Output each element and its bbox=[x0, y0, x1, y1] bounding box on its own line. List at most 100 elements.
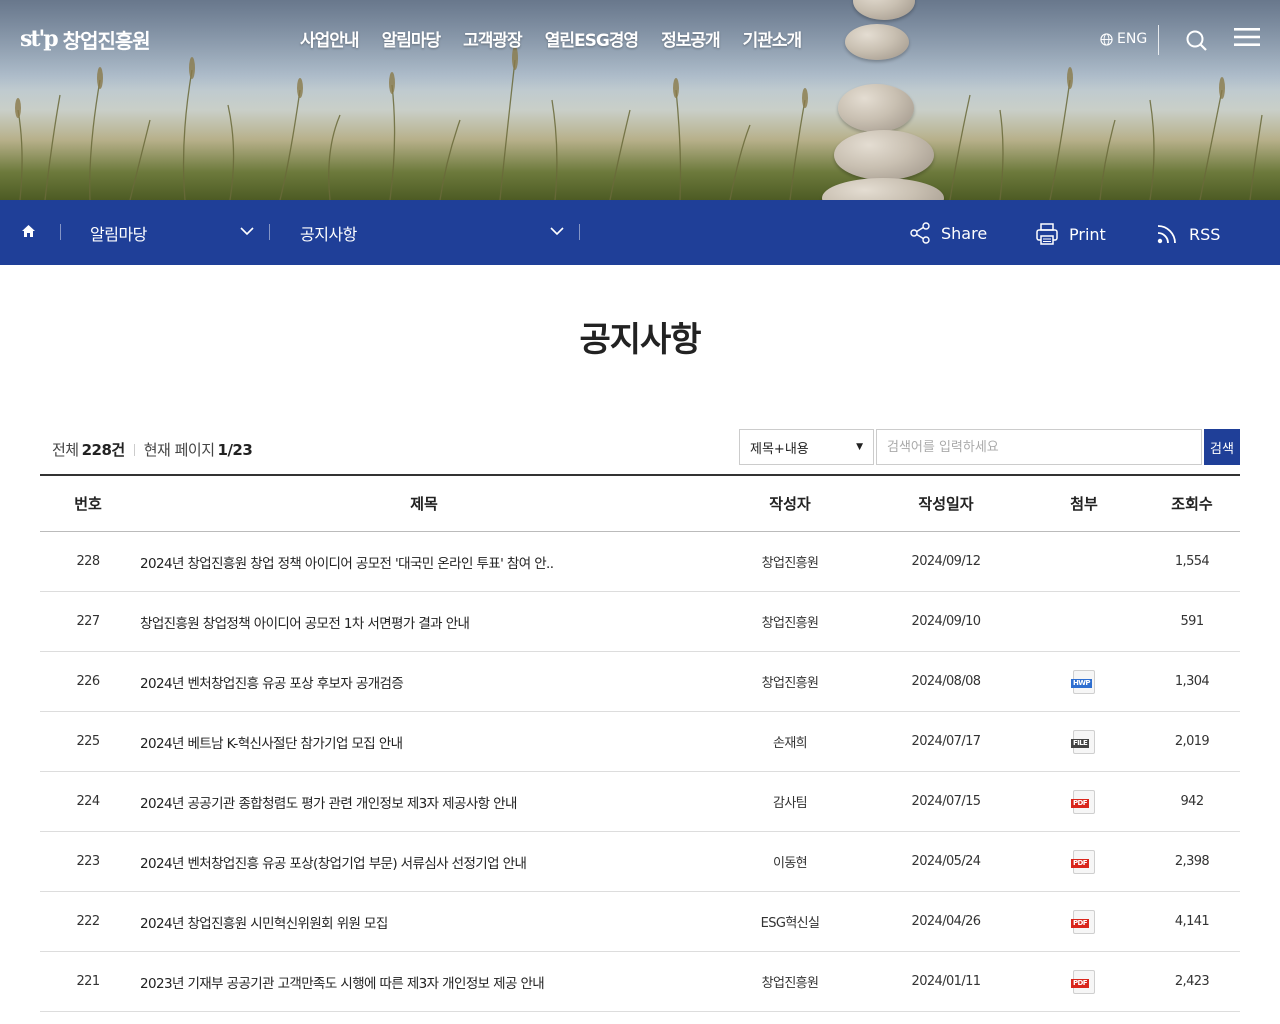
row-views: 1,554 bbox=[1174, 554, 1210, 569]
gnb-item-customer[interactable]: 고객광장 bbox=[463, 26, 523, 51]
print-button[interactable]: Print bbox=[1035, 222, 1106, 246]
file-file-icon[interactable]: FILE bbox=[1071, 729, 1097, 754]
row-views: 942 bbox=[1180, 794, 1204, 809]
col-header-writer: 작성자 bbox=[769, 495, 811, 513]
row-date: 2024/01/11 bbox=[911, 974, 982, 989]
search-keyword-input[interactable] bbox=[876, 429, 1202, 465]
row-attachment: PDF bbox=[1024, 849, 1144, 874]
file-type-tag: FILE bbox=[1071, 738, 1090, 748]
row-views: 2,423 bbox=[1174, 974, 1210, 989]
chevron-down-icon[interactable] bbox=[550, 227, 564, 236]
table-body: 228 2024년 창업진흥원 창업 정책 아이디어 공모전 '대국민 온라인 투… bbox=[40, 532, 1240, 1012]
table-row: 221 2023년 기재부 공공기관 고객만족도 시행에 따른 제3자 개인정보 … bbox=[40, 952, 1240, 1012]
row-number: 227 bbox=[76, 614, 100, 629]
row-title-link[interactable]: 2024년 베트남 K-혁신사절단 참가기업 모집 안내 bbox=[136, 732, 712, 752]
row-views: 2,019 bbox=[1174, 734, 1210, 749]
share-icon bbox=[910, 222, 930, 244]
row-title-link[interactable]: 2024년 창업진흥원 시민혁신위원회 위원 모집 bbox=[136, 912, 712, 932]
gnb-item-business[interactable]: 사업안내 bbox=[300, 26, 360, 51]
search-scope-select[interactable]: 제목+내용 ▼ bbox=[739, 429, 874, 465]
pdf-file-icon[interactable]: PDF bbox=[1071, 849, 1097, 874]
col-header-file: 첨부 bbox=[1070, 495, 1098, 513]
row-attachment: PDF bbox=[1024, 969, 1144, 994]
row-date: 2024/07/17 bbox=[911, 734, 982, 749]
board-meta: 전체 228건 현재 페이지 1/23 bbox=[52, 439, 253, 460]
stone bbox=[834, 130, 934, 180]
pdf-file-icon[interactable]: PDF bbox=[1071, 789, 1097, 814]
stone bbox=[838, 84, 914, 132]
row-date: 2024/05/24 bbox=[911, 854, 982, 869]
current-page-label: 현재 페이지 bbox=[143, 441, 215, 459]
table-row: 228 2024년 창업진흥원 창업 정책 아이디어 공모전 '대국민 온라인 투… bbox=[40, 532, 1240, 592]
row-number: 228 bbox=[76, 554, 100, 569]
search-form: 제목+내용 ▼ 검색 bbox=[739, 429, 1240, 465]
row-date: 2024/08/08 bbox=[911, 674, 982, 689]
row-attachment: HWP bbox=[1024, 669, 1144, 694]
row-number: 225 bbox=[76, 734, 100, 749]
row-title-link[interactable]: 창업진흥원 창업정책 아이디어 공모전 1차 서면평가 결과 안내 bbox=[136, 612, 712, 632]
row-writer: 이동현 bbox=[772, 856, 808, 871]
row-attachment: PDF bbox=[1024, 909, 1144, 934]
caret-down-icon: ▼ bbox=[856, 442, 863, 452]
row-attachment: PDF bbox=[1024, 789, 1144, 814]
row-number: 223 bbox=[76, 854, 100, 869]
search-icon[interactable] bbox=[1186, 30, 1208, 52]
row-title-link[interactable]: 2024년 공공기관 종합청렴도 평가 관련 개인정보 제3자 제공사항 안내 bbox=[136, 792, 712, 812]
gnb-item-about[interactable]: 기관소개 bbox=[743, 26, 803, 51]
col-header-views: 조회수 bbox=[1171, 495, 1213, 513]
col-header-date: 작성일자 bbox=[918, 495, 974, 513]
logo-mark: ѕt'p bbox=[20, 26, 59, 52]
print-label: Print bbox=[1069, 224, 1106, 244]
logo-text: 창업진흥원 bbox=[62, 28, 151, 53]
col-header-no: 번호 bbox=[74, 495, 102, 513]
rss-button[interactable]: RSS bbox=[1155, 222, 1220, 246]
gnb-item-disclosure[interactable]: 정보공개 bbox=[661, 26, 721, 51]
row-title-link[interactable]: 2024년 벤처창업진흥 유공 포상 후보자 공개검증 bbox=[136, 672, 712, 692]
language-switch[interactable]: ENG bbox=[1100, 31, 1147, 47]
total-count: 228건 bbox=[81, 441, 126, 459]
hamburger-menu-icon[interactable] bbox=[1234, 27, 1260, 47]
header-divider bbox=[1158, 25, 1159, 55]
search-button[interactable]: 검색 bbox=[1204, 429, 1240, 465]
hwp-file-icon[interactable]: HWP bbox=[1071, 669, 1097, 694]
rss-icon bbox=[1157, 225, 1176, 244]
row-writer: 창업진흥원 bbox=[761, 616, 819, 631]
row-writer: 손재희 bbox=[772, 736, 808, 751]
pdf-file-icon[interactable]: PDF bbox=[1071, 969, 1097, 994]
row-writer: 창업진흥원 bbox=[761, 676, 819, 691]
row-title-link[interactable]: 2024년 창업진흥원 창업 정책 아이디어 공모전 '대국민 온라인 투표' … bbox=[136, 552, 712, 572]
row-date: 2024/09/12 bbox=[911, 554, 982, 569]
share-button[interactable]: Share bbox=[909, 222, 987, 244]
row-number: 222 bbox=[76, 914, 100, 929]
row-number: 224 bbox=[76, 794, 100, 809]
pdf-file-icon[interactable]: PDF bbox=[1071, 909, 1097, 934]
row-date: 2024/04/26 bbox=[911, 914, 982, 929]
separator bbox=[579, 224, 580, 240]
chevron-down-icon[interactable] bbox=[240, 227, 254, 236]
table-row: 222 2024년 창업진흥원 시민혁신위원회 위원 모집 ESG혁신실 2024/0… bbox=[40, 892, 1240, 952]
table-row: 224 2024년 공공기관 종합청렴도 평가 관련 개인정보 제3자 제공사항 … bbox=[40, 772, 1240, 832]
table-row: 226 2024년 벤처창업진흥 유공 포상 후보자 공개검증 창업진흥원 2024/… bbox=[40, 652, 1240, 712]
share-label: Share bbox=[941, 223, 988, 243]
language-label: ENG bbox=[1117, 31, 1148, 47]
file-type-tag: HWP bbox=[1071, 678, 1092, 688]
global-nav: 사업안내 알림마당 고객광장 열린ESG경영 정보공개 기관소개 bbox=[300, 26, 824, 51]
hero-banner: ѕt'p 창업진흥원 사업안내 알림마당 고객광장 열린ESG경영 정보공개 기… bbox=[0, 0, 1280, 200]
page-title: 공지사항 bbox=[579, 320, 701, 360]
gnb-item-esg[interactable]: 열린ESG경영 bbox=[545, 26, 639, 51]
home-icon[interactable] bbox=[21, 224, 36, 238]
meta-divider bbox=[133, 443, 135, 456]
globe-icon bbox=[1100, 32, 1113, 46]
top-header: ѕt'p 창업진흥원 사업안내 알림마당 고객광장 열린ESG경영 정보공개 기… bbox=[0, 0, 1280, 80]
depth1-select[interactable]: 알림마당 bbox=[90, 221, 147, 245]
row-title-link[interactable]: 2024년 벤처창업진흥 유공 포상(창업기업 부문) 서류심사 선정기업 안내 bbox=[136, 852, 712, 872]
row-title-link[interactable]: 2023년 기재부 공공기관 고객만족도 시행에 따른 제3자 개인정보 제공 … bbox=[136, 972, 712, 992]
total-label: 전체 bbox=[52, 441, 79, 459]
depth2-select[interactable]: 공지사항 bbox=[300, 221, 357, 245]
table-row: 225 2024년 베트남 K-혁신사절단 참가기업 모집 안내 손재희 2024/0… bbox=[40, 712, 1240, 772]
row-number: 221 bbox=[76, 974, 100, 989]
row-date: 2024/09/10 bbox=[911, 614, 982, 629]
site-logo[interactable]: ѕt'p 창업진흥원 bbox=[20, 24, 151, 54]
location-bar: 알림마당 공지사항 Share Print RSS bbox=[0, 200, 1280, 265]
gnb-item-notice[interactable]: 알림마당 bbox=[382, 26, 442, 51]
